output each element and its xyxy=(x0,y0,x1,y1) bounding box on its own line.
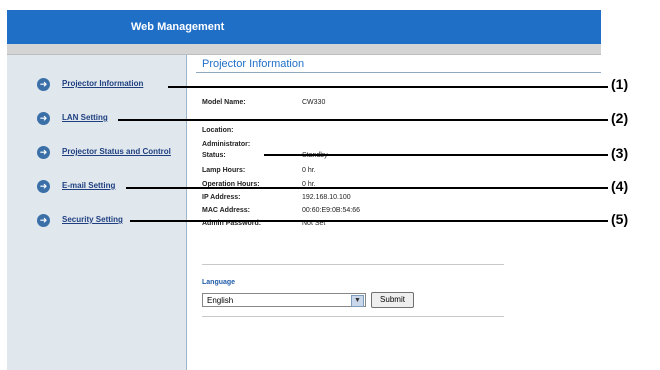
language-selected-value: English xyxy=(207,296,234,305)
field-value-lamp-hours: 0 hr. xyxy=(302,167,316,174)
sidebar-item-label[interactable]: LAN Setting xyxy=(62,113,108,122)
language-title: Language xyxy=(202,279,236,286)
callout-label-3: (3) xyxy=(611,145,629,161)
callout-line-4 xyxy=(126,187,608,189)
field-value-ip-address: 192.168.10.100 xyxy=(302,194,351,201)
field-value-model-name: CW330 xyxy=(302,99,326,106)
field-value-mac-address: 00:60:E9:0B:54:66 xyxy=(302,207,360,214)
callout-label-5: (5) xyxy=(611,211,629,227)
arrow-right-icon: ➜ xyxy=(37,112,50,125)
field-label-location: Location: xyxy=(202,127,234,134)
arrow-right-icon: ➜ xyxy=(37,146,50,159)
sidebar-item-label[interactable]: Projector Information xyxy=(62,79,143,88)
language-divider-top xyxy=(202,264,504,265)
arrow-right-icon: ➜ xyxy=(37,214,50,227)
callout-line-2 xyxy=(118,119,608,121)
callout-line-3 xyxy=(264,154,608,156)
callout-label-1: (1) xyxy=(611,76,629,92)
callout-label-4: (4) xyxy=(611,178,629,194)
sidebar: ➜ Projector Information ➜ LAN Setting ➜ … xyxy=(7,55,187,370)
callout-label-2: (2) xyxy=(611,110,629,126)
toolbar-strip xyxy=(7,44,601,55)
app-title: Web Management xyxy=(131,21,225,33)
page-title: Projector Information xyxy=(202,58,305,70)
field-label-administrator: Administrator: xyxy=(202,141,251,148)
sidebar-item-label[interactable]: Security Setting xyxy=(62,215,123,224)
field-label-status: Status: xyxy=(202,152,226,159)
field-label-lamp-hours: Lamp Hours: xyxy=(202,167,246,174)
submit-button[interactable]: Submit xyxy=(371,292,414,308)
arrow-right-icon: ➜ xyxy=(37,180,50,193)
sidebar-item-label[interactable]: Projector Status and Control xyxy=(62,147,171,156)
language-divider-bottom xyxy=(202,316,504,317)
arrow-right-icon: ➜ xyxy=(37,78,50,91)
field-label-mac-address: MAC Address: xyxy=(202,207,250,214)
language-select[interactable]: English ▼ xyxy=(202,293,366,307)
callout-line-5 xyxy=(130,220,608,222)
sidebar-item-label[interactable]: E-mail Setting xyxy=(62,181,115,190)
callout-line-1 xyxy=(168,86,608,88)
title-bar: Web Management xyxy=(7,10,601,44)
field-label-model-name: Model Name: xyxy=(202,99,246,106)
chevron-down-icon[interactable]: ▼ xyxy=(351,295,364,307)
field-label-ip-address: IP Address: xyxy=(202,194,241,201)
title-divider xyxy=(196,72,601,73)
